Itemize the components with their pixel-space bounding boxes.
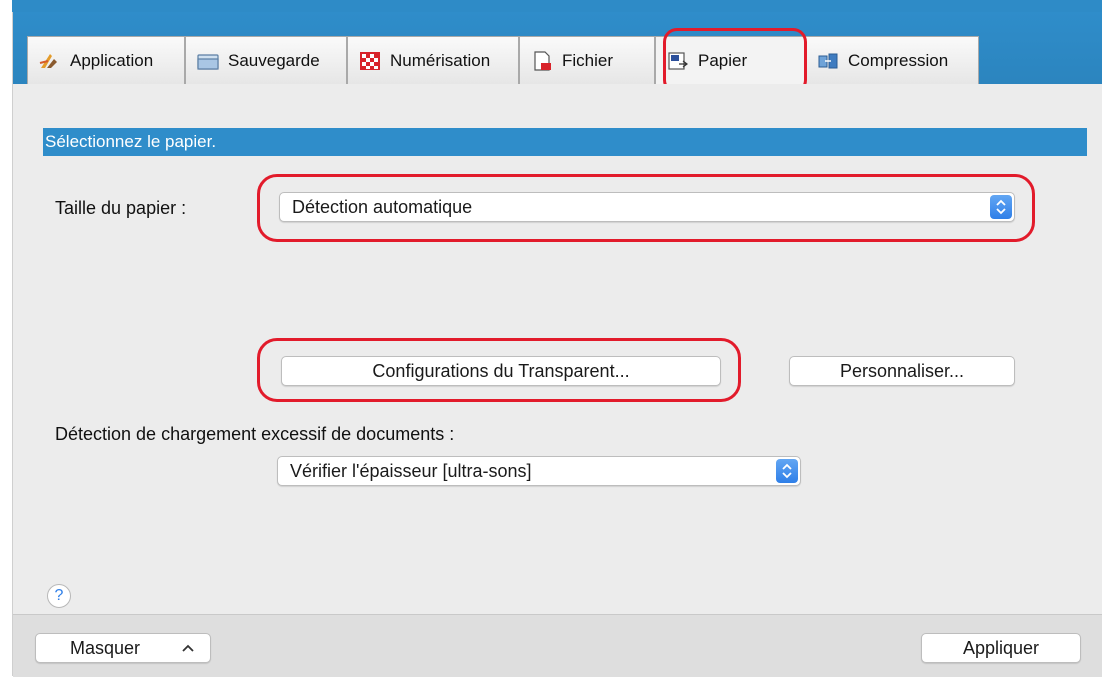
chevron-up-icon (182, 644, 194, 652)
paper-size-label: Taille du papier : (55, 198, 187, 218)
hide-button-label: Masquer (70, 638, 141, 658)
tab-bar: Application Sauvegarde Numérisation Fich… (13, 12, 1102, 94)
folder-icon (197, 53, 219, 70)
window-frame-left (0, 0, 12, 676)
paper-size-select[interactable]: Détection automatique (279, 192, 1015, 222)
tab-label: Compression (848, 50, 949, 70)
tab-application[interactable]: Application (27, 36, 185, 84)
section-header: Sélectionnez le papier. (43, 128, 1087, 156)
hide-button[interactable]: Masquer (35, 633, 211, 663)
tab-label: Papier (698, 50, 748, 70)
footer-bar: Masquer Appliquer (13, 614, 1102, 677)
compression-icon (818, 53, 838, 68)
overload-detection-select[interactable]: Vérifier l'épaisseur [ultra-sons] (277, 456, 801, 486)
tab-compression[interactable]: Compression (805, 36, 979, 84)
paper-icon (668, 51, 688, 70)
paper-settings-panel: Sélectionnez le papier. Taille du papier… (13, 84, 1102, 614)
tab-sauvegarde[interactable]: Sauvegarde (185, 36, 347, 84)
updown-arrow-icon (990, 195, 1012, 219)
scan-icon (360, 51, 380, 70)
overload-detection-label: Détection de chargement excessif de docu… (55, 424, 455, 444)
updown-arrow-icon (776, 459, 798, 483)
overload-detection-value: Vérifier l'épaisseur [ultra-sons] (290, 461, 532, 481)
help-button[interactable]: ? (47, 584, 71, 608)
file-icon (534, 50, 551, 71)
tab-label: Sauvegarde (228, 50, 320, 70)
tab-label: Fichier (562, 50, 614, 70)
settings-window: Application Sauvegarde Numérisation Fich… (12, 12, 1102, 677)
tab-label: Application (70, 50, 154, 70)
tab-fichier[interactable]: Fichier (519, 36, 655, 84)
tab-label: Numérisation (390, 50, 491, 70)
customize-button[interactable]: Personnaliser... (789, 356, 1015, 386)
transparent-settings-button[interactable]: Configurations du Transparent... (281, 356, 721, 386)
paper-size-value: Détection automatique (292, 197, 473, 217)
window-frame-top (0, 0, 1102, 12)
application-icon (39, 53, 57, 68)
apply-button[interactable]: Appliquer (921, 633, 1081, 663)
tab-papier[interactable]: Papier (655, 36, 805, 84)
tab-numerisation[interactable]: Numérisation (347, 36, 519, 84)
